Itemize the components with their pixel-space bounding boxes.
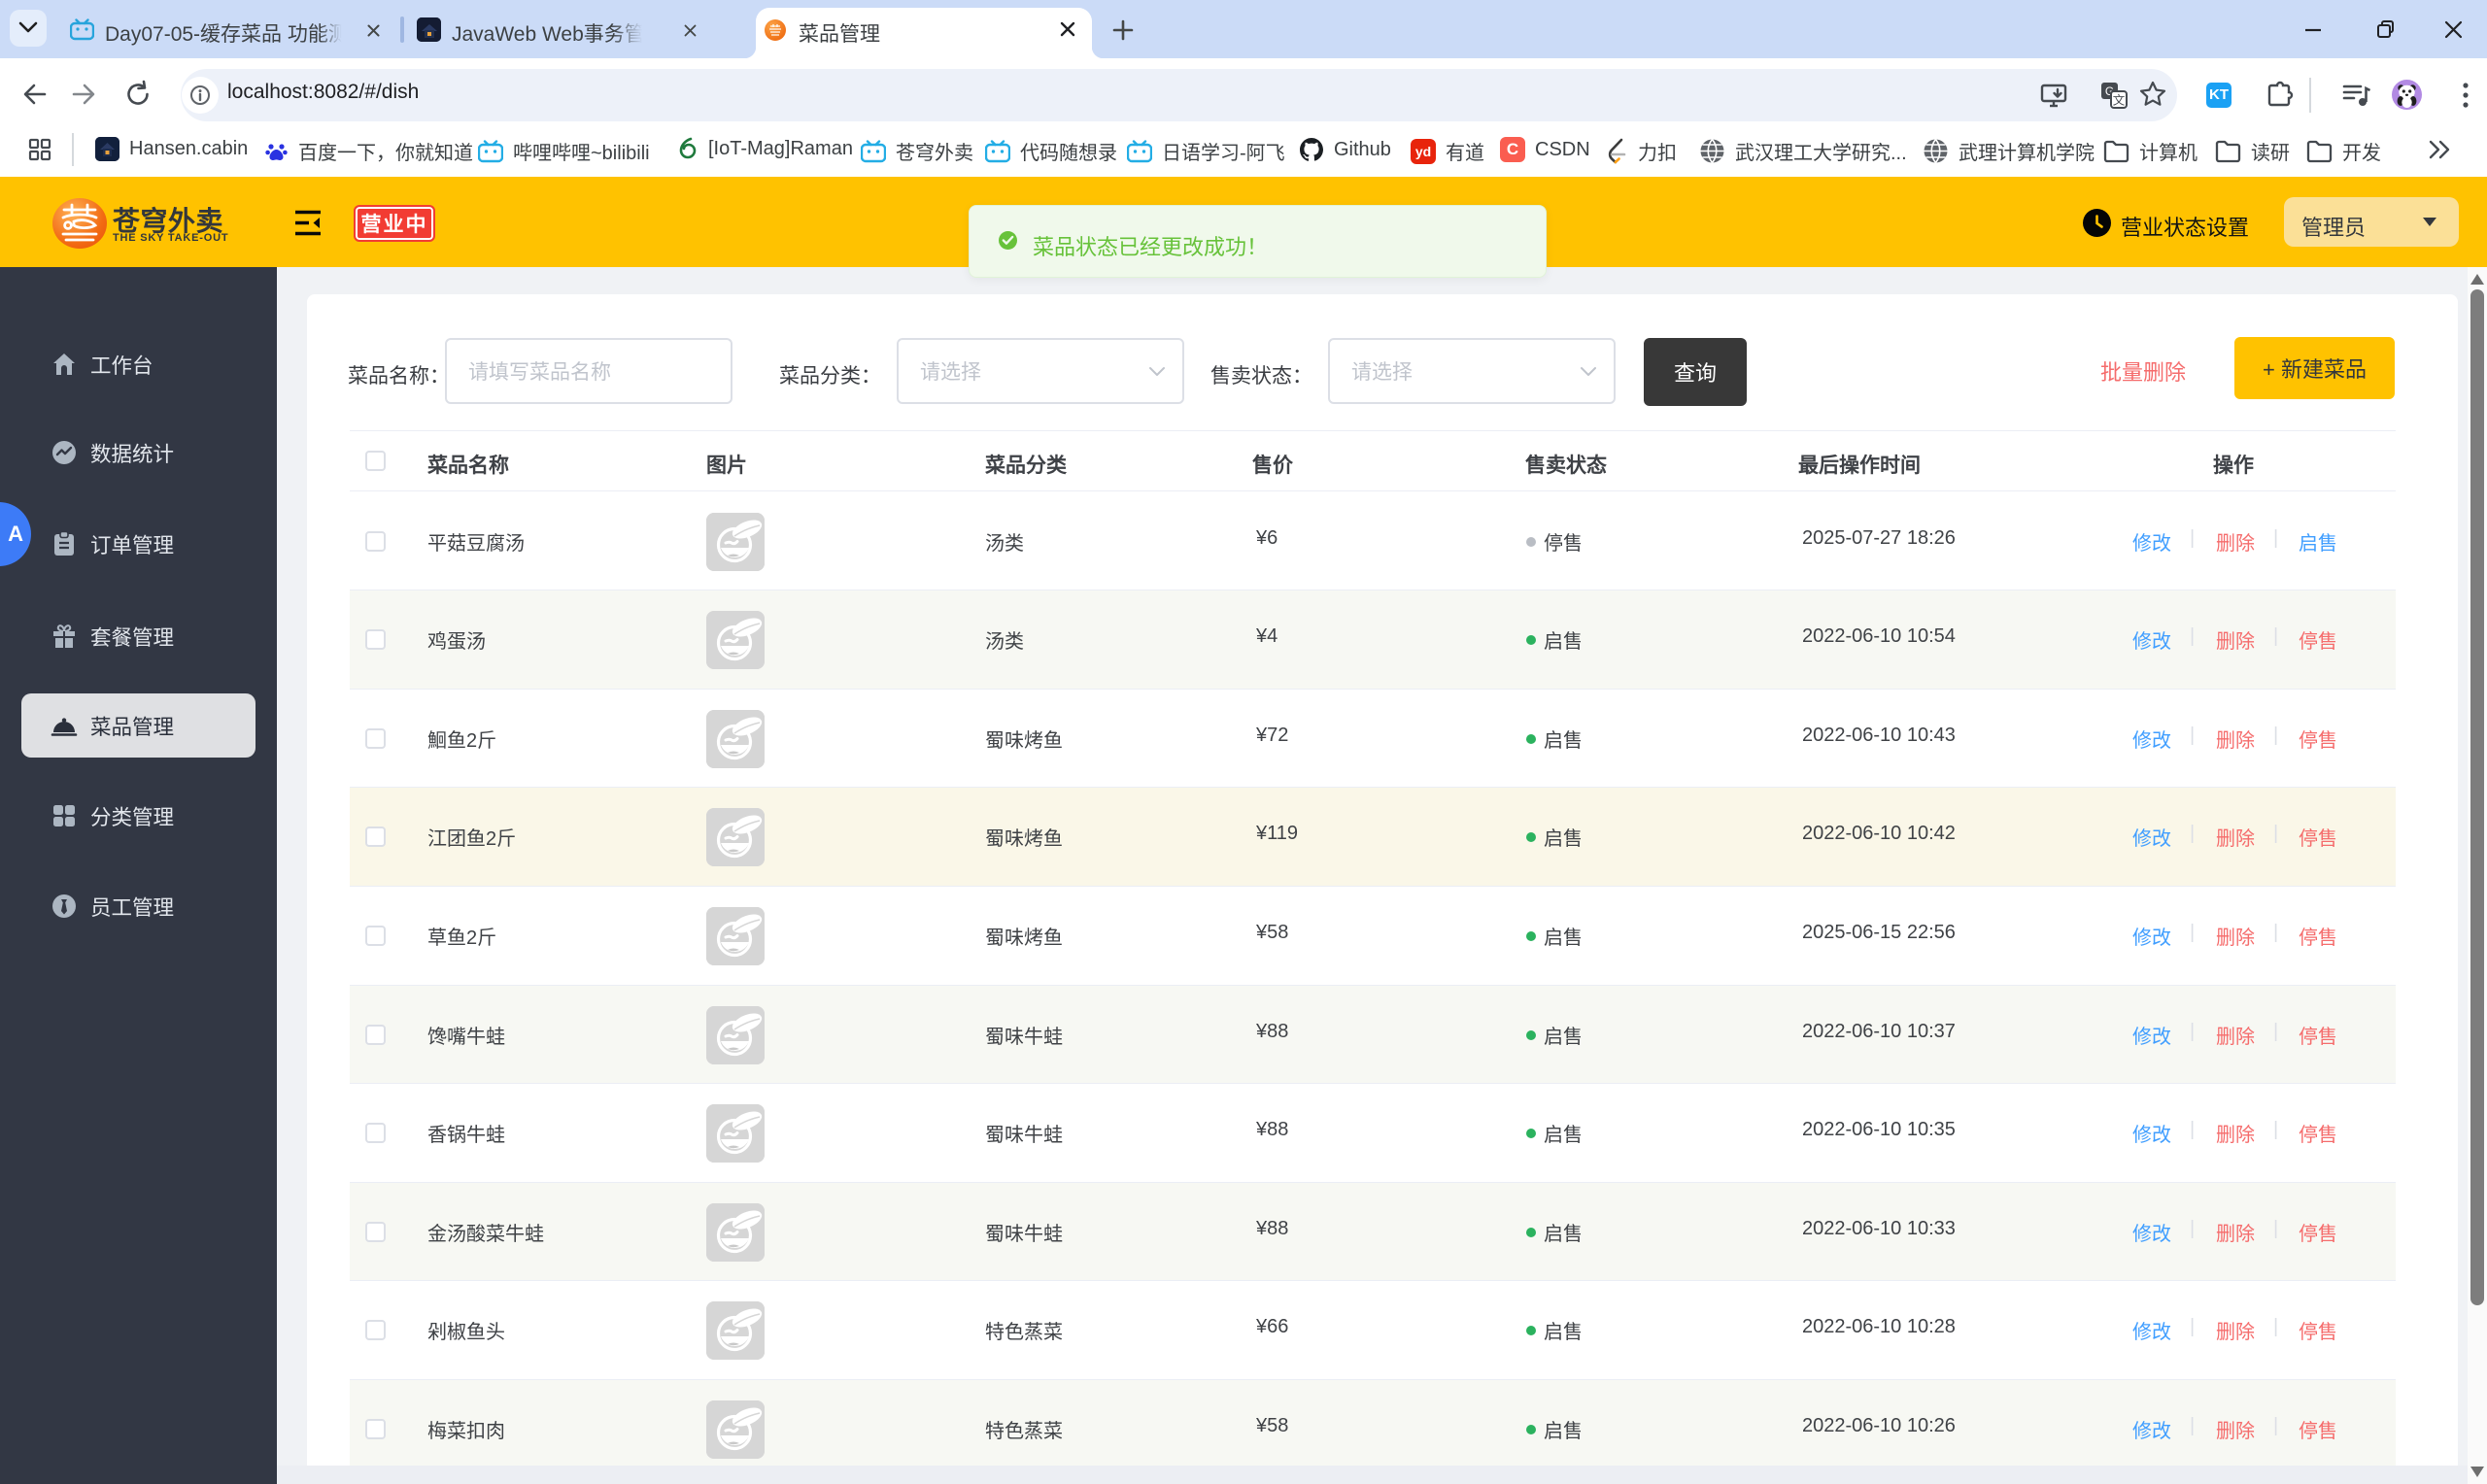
svg-text:文: 文 bbox=[2113, 93, 2126, 108]
